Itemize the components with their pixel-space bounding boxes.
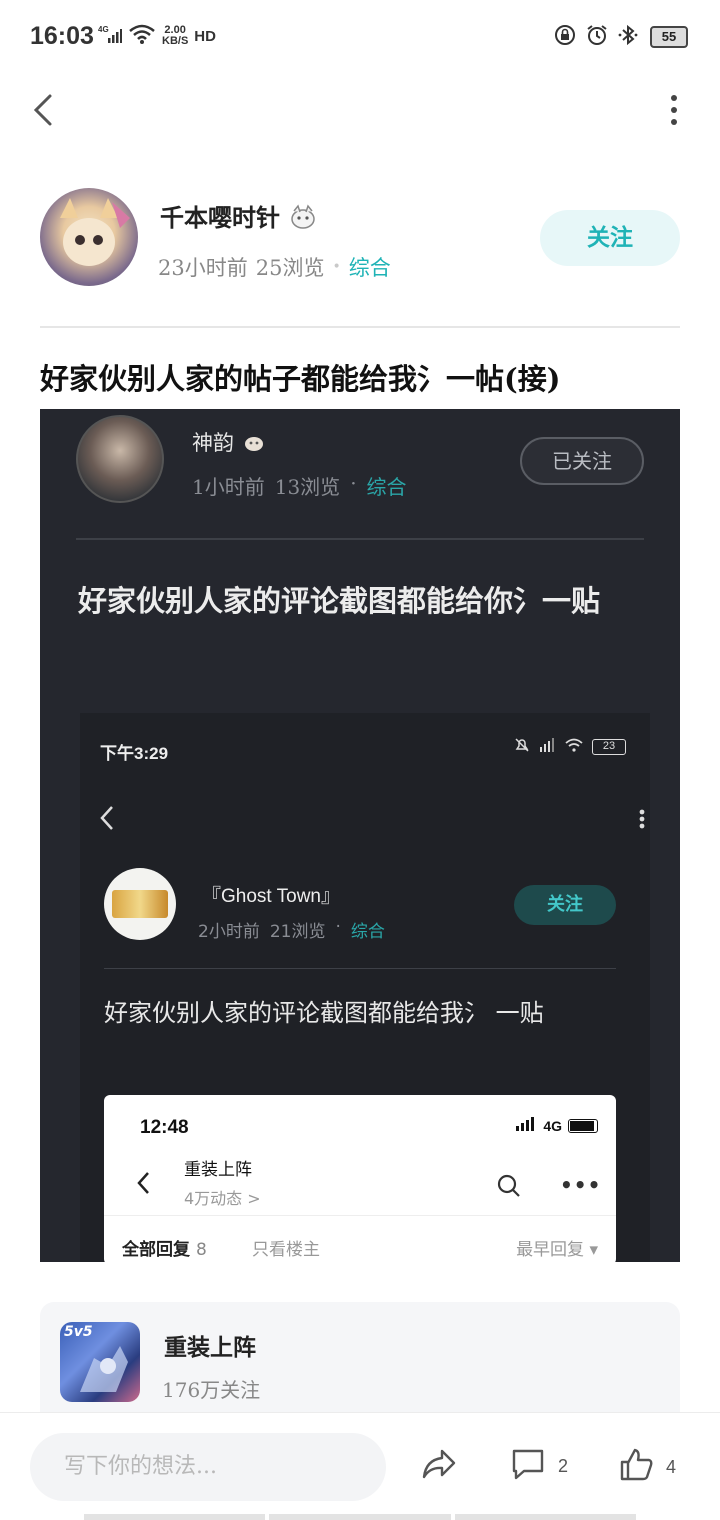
- lock-rotation-icon: [554, 24, 576, 50]
- status-time: 16:03: [30, 22, 94, 50]
- bluetooth-icon: [618, 24, 640, 50]
- embedded-meta: 1小时前 13浏览 · 综合: [192, 471, 407, 499]
- nested-status-icons: 23: [514, 737, 626, 757]
- battery-icon: 55: [650, 26, 688, 48]
- comment-icon: [510, 1447, 546, 1486]
- alarm-icon: [586, 24, 608, 50]
- post-category[interactable]: 综合: [349, 252, 391, 282]
- embedded-follow-button: 已关注: [520, 437, 644, 485]
- author-header: 千本嘤时针 23小时前 25浏览 • 综合 关注: [40, 188, 680, 288]
- card-forum-sub: 4万动态 >: [184, 1189, 261, 1208]
- status-left-icons: 4G 2.00 KB/S HD: [98, 24, 216, 48]
- mute-icon: [514, 737, 530, 757]
- comment-input[interactable]: 写下你的想法...: [30, 1433, 386, 1501]
- post-title: 好家伙别人家的帖子都能给我氵一帖(接): [40, 362, 561, 396]
- nested-status-time: 下午3:29: [100, 744, 169, 763]
- nested-follow-button: 关注: [514, 885, 616, 925]
- header-divider: [40, 326, 680, 328]
- sort-dropdown: 最早回复 ▾: [516, 1240, 598, 1260]
- signal-icon: [515, 1117, 537, 1134]
- author-avatar[interactable]: [40, 188, 138, 286]
- like-count: 4: [666, 1457, 677, 1477]
- post-image[interactable]: 神韵 1小时前 13浏览 · 综合 已关注 好家伙别人家的评论截图都能给你氵一贴…: [40, 409, 680, 1262]
- all-replies-tab: 全部回复 8: [122, 1240, 207, 1260]
- card-status-icons: 4G: [515, 1117, 598, 1134]
- nested-author-name: 『Ghost Town』: [202, 886, 340, 907]
- battery-icon: 23: [592, 739, 626, 755]
- forum-icon: 5v5: [60, 1322, 140, 1402]
- like-button[interactable]: 4: [618, 1447, 676, 1488]
- status-right-icons: 55: [554, 24, 688, 50]
- badge-icon: [288, 203, 318, 232]
- nested-meta: 2小时前 21浏览 · 综合: [198, 917, 385, 942]
- back-arrow-icon: [96, 803, 120, 837]
- thumbs-up-icon: [618, 1447, 654, 1488]
- wifi-icon: [564, 737, 584, 757]
- more-vertical-icon: [638, 809, 646, 833]
- signal-icon: [538, 737, 556, 757]
- back-arrow-icon[interactable]: [28, 90, 68, 130]
- nested-author-avatar: [104, 868, 176, 940]
- share-button[interactable]: [420, 1447, 458, 1486]
- author-meta: 23小时前 25浏览 • 综合: [158, 252, 391, 282]
- more-vertical-icon[interactable]: [668, 94, 680, 126]
- status-bar: 16:03 4G 2.00 KB/S HD 55: [0, 0, 720, 74]
- nested-screenshot: 下午3:29 23 『Ghost Town』 2小时前 21浏览 · 综合 关注…: [80, 713, 650, 1262]
- search-icon: [496, 1173, 522, 1203]
- card-status-time: 12:48: [140, 1117, 189, 1138]
- back-arrow-icon: [134, 1169, 154, 1201]
- embedded-divider: [76, 538, 644, 540]
- inner-light-card: 12:48 4G 重装上阵 4万动态 > ••• 全部回复 8 只看楼主 最早回…: [104, 1095, 616, 1262]
- post-time: 23小时前: [158, 256, 248, 280]
- embedded-author-name: 神韵: [192, 427, 267, 457]
- top-nav: [0, 80, 720, 140]
- battery-icon: [568, 1118, 598, 1133]
- forum-name: 重装上阵: [164, 1334, 256, 1361]
- card-separator: [104, 1215, 616, 1216]
- comment-count: 2: [558, 1456, 569, 1476]
- card-forum-name: 重装上阵: [184, 1160, 252, 1180]
- post-views: 25浏览: [255, 256, 325, 280]
- embedded-author-avatar: [76, 415, 164, 503]
- bottom-action-bar: 写下你的想法... 2 4: [0, 1412, 720, 1520]
- hd-badge: HD: [194, 27, 216, 45]
- meta-separator: •: [332, 259, 341, 275]
- comment-button[interactable]: 2: [510, 1447, 568, 1486]
- owner-only-tab: 只看楼主: [252, 1240, 320, 1260]
- more-horizontal-icon: •••: [560, 1173, 602, 1197]
- home-indicator: [84, 1514, 636, 1520]
- network-speed: 2.00 KB/S: [162, 24, 189, 47]
- svg-text:4G: 4G: [98, 25, 109, 34]
- author-name[interactable]: 千本嘤时针: [160, 198, 318, 233]
- embedded-title: 好家伙别人家的评论截图都能给你氵一贴: [78, 584, 601, 618]
- wifi-icon: [128, 24, 156, 48]
- signal-icon: 4G: [98, 24, 122, 48]
- follow-button[interactable]: 关注: [540, 210, 680, 266]
- forum-card[interactable]: 5v5 重装上阵 176万关注: [40, 1302, 680, 1412]
- nested-divider: [104, 968, 616, 969]
- badge-icon: [241, 431, 267, 455]
- share-icon: [420, 1447, 458, 1486]
- nested-title: 好家伙别人家的评论截图都能给我氵 一贴: [104, 999, 544, 1027]
- forum-followers: 176万关注: [162, 1378, 261, 1402]
